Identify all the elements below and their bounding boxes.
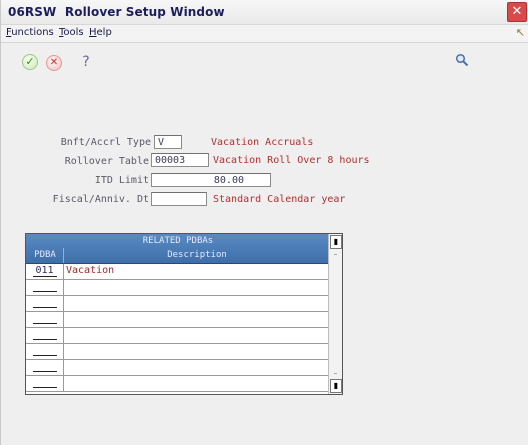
description-cell[interactable] <box>66 312 328 327</box>
pointer-icon: ↖ <box>515 26 525 39</box>
scroll-bottom-button[interactable]: ▮ <box>330 379 342 393</box>
pdba-cell[interactable] <box>26 360 64 375</box>
description-cell[interactable] <box>66 280 328 295</box>
window-title: 06RSW Rollover Setup Window <box>8 5 225 19</box>
rollover-table-field[interactable]: 00003 <box>151 153 209 167</box>
pdba-cell[interactable] <box>26 296 64 311</box>
related-pdbas-grid: RELATED PDBAs PDBA Description 011 Vacat… <box>25 233 343 395</box>
close-button[interactable]: ✕ <box>507 2 527 22</box>
description-cell[interactable]: Vacation <box>66 264 328 279</box>
fiscal-anniv-description: Standard Calendar year <box>213 194 346 205</box>
rollover-table-label: Rollover Table <box>64 156 149 167</box>
pdba-cell[interactable] <box>26 376 64 391</box>
column-header-pdba[interactable]: PDBA <box>28 250 62 260</box>
menu-bar: Functions Tools Help ↖ <box>1 25 528 43</box>
table-row[interactable] <box>26 360 330 376</box>
table-row[interactable] <box>26 280 330 296</box>
help-button[interactable]: ? <box>77 53 95 71</box>
magnifier-icon <box>455 53 469 67</box>
rollover-table-description: Vacation Roll Over 8 hours <box>213 155 370 166</box>
cancel-icon: ✕ <box>46 55 62 71</box>
table-row[interactable] <box>26 312 330 328</box>
fiscal-anniv-label: Fiscal/Anniv. Dt <box>52 194 149 205</box>
itd-limit-label: ITD Limit <box>94 175 149 186</box>
menu-tools[interactable]: Tools <box>59 27 84 38</box>
scroll-down-icon[interactable]: – <box>331 369 340 378</box>
title-bar: 06RSW Rollover Setup Window ✕ <box>1 0 528 25</box>
benefit-type-field[interactable]: V <box>154 135 182 149</box>
benefit-type-description: Vacation Accruals <box>211 137 314 148</box>
pdba-cell[interactable] <box>26 328 64 343</box>
table-row[interactable] <box>26 376 330 392</box>
description-cell[interactable] <box>66 376 328 391</box>
table-row[interactable]: 011 Vacation <box>26 264 330 280</box>
benefit-type-label: Bnft/Accrl Type <box>60 137 151 148</box>
grid-title: RELATED PDBAs <box>142 236 214 246</box>
rollover-setup-window: 06RSW Rollover Setup Window ✕ Functions … <box>0 0 528 445</box>
table-row[interactable] <box>26 344 330 360</box>
close-icon: ✕ <box>511 4 523 19</box>
toolbar: ✓ ✕ ? <box>1 43 528 83</box>
grid-body: 011 Vacation <box>26 264 330 392</box>
fiscal-anniv-field[interactable] <box>151 192 207 206</box>
search-button[interactable] <box>453 53 471 71</box>
pdba-cell[interactable] <box>26 344 64 359</box>
menu-help[interactable]: Help <box>89 27 112 38</box>
grid-header: RELATED PDBAs PDBA Description <box>26 234 330 264</box>
table-row[interactable] <box>26 328 330 344</box>
column-header-description[interactable]: Description <box>64 250 330 260</box>
question-icon: ? <box>82 54 90 70</box>
scroll-top-button[interactable]: ▮ <box>330 235 342 249</box>
table-row[interactable] <box>26 296 330 312</box>
check-icon: ✓ <box>22 54 38 70</box>
menu-functions[interactable]: Functions <box>6 27 54 38</box>
cancel-button[interactable]: ✕ <box>45 53 63 71</box>
description-cell[interactable] <box>66 344 328 359</box>
grid-scrollbar[interactable]: ▮ – – ▮ <box>328 234 342 394</box>
pdba-cell[interactable] <box>26 312 64 327</box>
pdba-cell[interactable]: 011 <box>26 264 64 279</box>
description-cell[interactable] <box>66 328 328 343</box>
ok-button[interactable]: ✓ <box>21 53 39 71</box>
pdba-cell[interactable] <box>26 280 64 295</box>
description-cell[interactable] <box>66 360 328 375</box>
description-cell[interactable] <box>66 296 328 311</box>
itd-limit-field[interactable]: 80.00 <box>151 173 271 187</box>
scroll-up-icon[interactable]: – <box>331 250 340 259</box>
